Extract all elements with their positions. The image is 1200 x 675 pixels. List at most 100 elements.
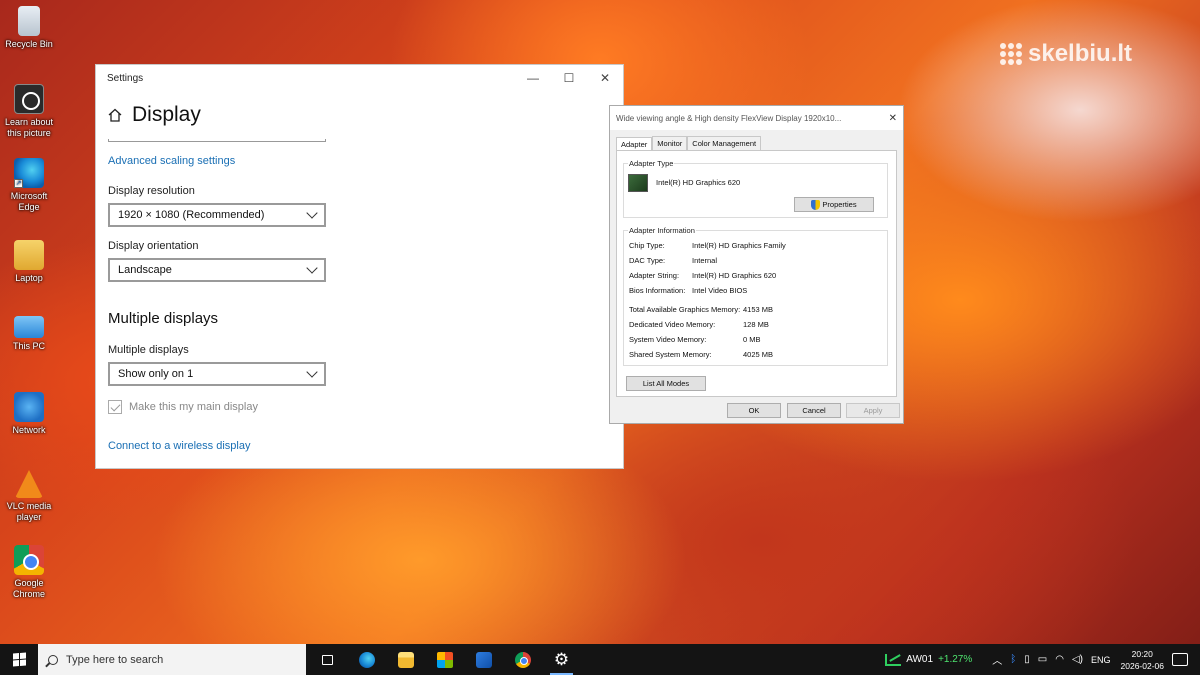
desktop-icon-label: Network xyxy=(12,425,46,435)
resolution-label: Display resolution xyxy=(108,185,195,197)
orientation-dropdown[interactable]: Landscape xyxy=(108,258,326,282)
memory-row: Total Available Graphics Memory: 4153 MB xyxy=(629,305,773,314)
home-icon[interactable] xyxy=(108,108,122,122)
close-button[interactable]: ✕ xyxy=(889,113,897,124)
windows-logo-icon xyxy=(12,652,26,667)
chevron-down-icon xyxy=(306,366,318,378)
desktop-icon-network[interactable]: Network xyxy=(2,392,56,436)
chevron-up-icon[interactable]: ︿ xyxy=(992,652,1002,667)
info-value: Intel(R) HD Graphics 620 xyxy=(692,271,777,280)
window-controls: — ☐ ✕ xyxy=(515,65,623,91)
desktop-icon-edge[interactable]: ↗ Microsoft Edge xyxy=(2,158,56,213)
network-globe-icon xyxy=(14,392,44,422)
tab-adapter[interactable]: Adapter xyxy=(616,137,653,151)
info-value: Intel Video BIOS xyxy=(692,286,748,295)
watermark-text: skelbiu.lt xyxy=(1028,40,1133,67)
chevron-down-icon xyxy=(306,262,318,274)
main-display-checkbox-row[interactable]: Make this my main display xyxy=(108,400,608,414)
advanced-scaling-link[interactable]: Advanced scaling settings xyxy=(108,155,608,167)
clock-date: 2026-02-06 xyxy=(1120,660,1164,671)
desktop-icon-this-pc[interactable]: This PC xyxy=(2,316,56,352)
dialog-title: Wide viewing angle & High density FlexVi… xyxy=(616,113,842,123)
wifi-icon[interactable]: ◠ xyxy=(1055,654,1064,665)
shield-icon xyxy=(811,199,821,210)
chrome-icon xyxy=(514,651,531,668)
volume-icon[interactable]: ◁) xyxy=(1072,654,1083,665)
tab-monitor[interactable]: Monitor xyxy=(652,136,688,150)
wireless-display-link[interactable]: Connect to a wireless display xyxy=(108,440,608,452)
cut-off-control xyxy=(108,139,326,142)
desktop-icon-recycle-bin[interactable]: Recycle Bin xyxy=(2,6,56,50)
folder-user-icon xyxy=(14,240,44,270)
taskbar-file-explorer[interactable] xyxy=(386,644,425,675)
properties-button-label: Properties xyxy=(822,200,857,209)
memory-row: Dedicated Video Memory: 128 MB xyxy=(629,320,769,329)
info-key: Adapter String: xyxy=(629,271,680,280)
chrome-icon xyxy=(14,545,44,575)
battery-icon[interactable]: ▭ xyxy=(1038,654,1047,665)
memory-row: Shared System Memory: 4025 MB xyxy=(629,350,773,359)
taskbar-mail[interactable] xyxy=(464,644,503,675)
multiple-displays-heading: Multiple displays xyxy=(108,310,219,327)
taskbar-search[interactable]: Type here to search xyxy=(38,644,306,675)
info-key: Chip Type: xyxy=(629,241,665,250)
chevron-down-icon xyxy=(306,207,318,219)
vlc-cone-icon xyxy=(15,470,43,498)
language-indicator[interactable]: ENG xyxy=(1091,655,1111,665)
dialog-tabs: Adapter Monitor Color Management xyxy=(610,136,903,151)
desktop-icon-label: Laptop xyxy=(15,273,43,283)
desktop-icon-learn-picture[interactable]: Learn about this picture xyxy=(2,84,56,139)
memory-value: 4025 MB xyxy=(743,350,774,359)
memory-row: System Video Memory: 0 MB xyxy=(629,335,761,344)
apply-button[interactable]: Apply xyxy=(846,403,900,418)
adapter-name: Intel(R) HD Graphics 620 xyxy=(656,178,741,187)
stock-change: +1.27% xyxy=(938,654,973,665)
info-key: Bios Information: xyxy=(629,286,686,295)
tab-color-management[interactable]: Color Management xyxy=(687,136,762,150)
desktop-icon-laptop[interactable]: Laptop xyxy=(2,240,56,284)
desktop-icon-label: Learn about this picture xyxy=(4,117,54,138)
minimize-button[interactable]: — xyxy=(515,65,551,91)
multiple-displays-dropdown[interactable]: Show only on 1 xyxy=(108,362,326,386)
desktop-icon-label: Microsoft Edge xyxy=(10,191,48,212)
bluetooth-icon[interactable]: ᛒ xyxy=(1010,654,1016,665)
orientation-label: Display orientation xyxy=(108,240,199,252)
system-tray: AW01 +1.27% ︿ ᛒ ▯ ▭ ◠ ◁) ENG 20:20 2026-… xyxy=(885,644,1200,675)
task-view-button[interactable] xyxy=(308,644,347,675)
page-title: Display xyxy=(132,103,201,126)
edge-icon xyxy=(358,651,375,668)
memory-key: System Video Memory: xyxy=(629,335,707,344)
properties-button[interactable]: Properties xyxy=(794,197,874,212)
monitor-icon xyxy=(14,316,44,338)
notification-icon[interactable] xyxy=(1172,653,1188,666)
desktop-icon-chrome[interactable]: Google Chrome xyxy=(2,545,56,600)
info-row: DAC Type: Internal xyxy=(629,256,717,265)
main-display-label: Make this my main display xyxy=(129,401,258,413)
list-all-modes-button[interactable]: List All Modes xyxy=(626,376,706,391)
memory-value: 0 MB xyxy=(743,335,761,344)
main-display-checkbox[interactable] xyxy=(108,400,122,414)
stock-chart-icon xyxy=(885,653,902,666)
taskbar-store[interactable] xyxy=(425,644,464,675)
device-icon[interactable]: ▯ xyxy=(1024,654,1030,665)
stock-widget[interactable]: AW01 +1.27% xyxy=(885,653,973,666)
task-view-icon xyxy=(322,654,333,665)
resolution-value: 1920 × 1080 (Recommended) xyxy=(118,209,265,221)
resolution-dropdown[interactable]: 1920 × 1080 (Recommended) xyxy=(108,203,326,227)
maximize-button[interactable]: ☐ xyxy=(551,65,587,91)
taskbar-edge[interactable] xyxy=(347,644,386,675)
clock[interactable]: 20:20 2026-02-06 xyxy=(1121,648,1164,672)
ok-button[interactable]: OK xyxy=(727,403,781,418)
cancel-button[interactable]: Cancel xyxy=(787,403,841,418)
dialog-titlebar[interactable]: Wide viewing angle & High density FlexVi… xyxy=(610,106,903,130)
desktop-icon-label: Recycle Bin xyxy=(5,39,53,49)
info-value: Internal xyxy=(692,256,718,265)
taskbar-chrome[interactable] xyxy=(503,644,542,675)
taskbar-settings[interactable]: ⚙ xyxy=(542,644,581,675)
close-button[interactable]: ✕ xyxy=(587,65,623,91)
desktop-icon-vlc[interactable]: VLC media player xyxy=(2,470,56,523)
settings-content: Advanced scaling settings Display resolu… xyxy=(108,151,608,452)
adapter-info-group: Adapter Information Chip Type: Intel(R) H… xyxy=(623,226,888,366)
settings-titlebar[interactable]: Settings — ☐ ✕ xyxy=(96,65,623,91)
start-button[interactable] xyxy=(0,644,38,675)
